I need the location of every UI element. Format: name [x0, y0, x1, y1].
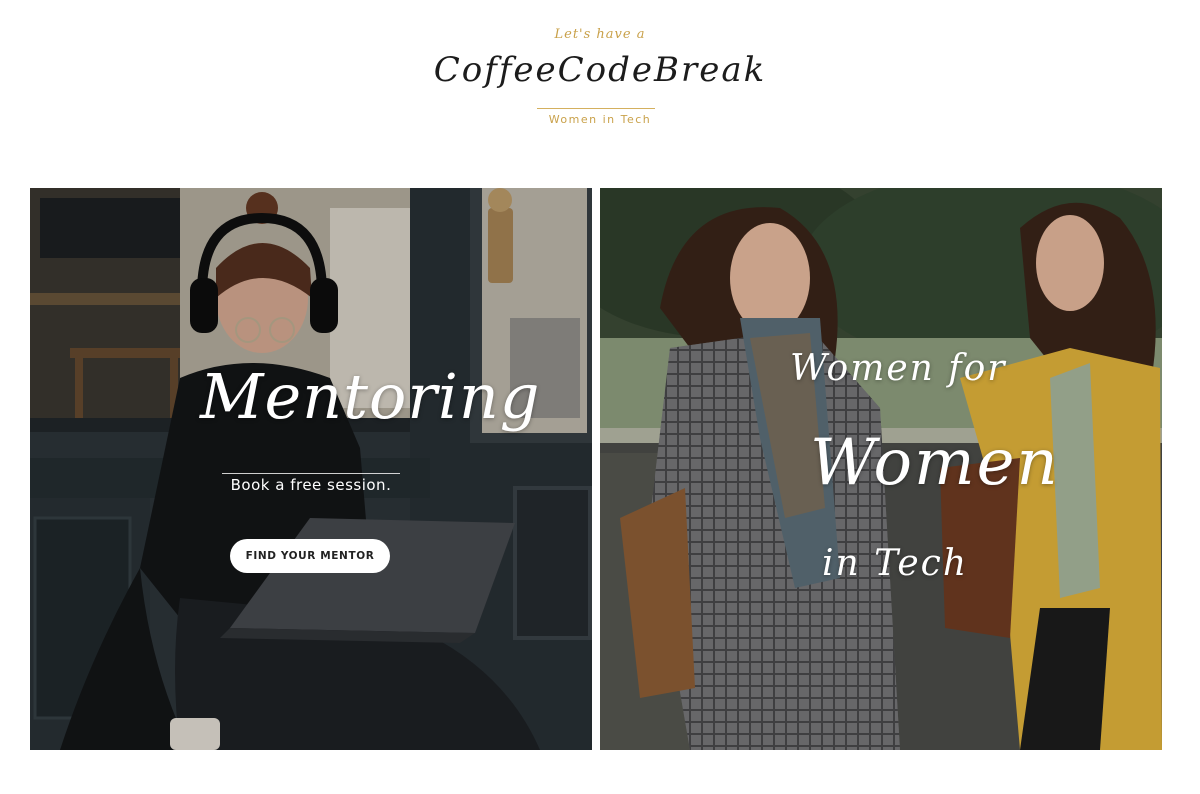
mentoring-divider [222, 473, 400, 474]
tagline-top: Let's have a [554, 27, 646, 42]
mentoring-panel[interactable]: Mentoring Book a free session. FIND YOUR… [30, 188, 592, 750]
mentoring-title: Mentoring [200, 360, 541, 433]
community-panel[interactable]: Women for Women in Tech [600, 188, 1162, 750]
brand-logo[interactable]: CoffeeCodeBreak [0, 50, 1200, 90]
find-mentor-button[interactable]: FIND YOUR MENTOR [230, 539, 390, 573]
mentoring-subtitle: Book a free session. [30, 476, 592, 494]
tagline-bottom: Women in Tech [548, 113, 652, 126]
community-title-line1: Women for [790, 348, 1007, 389]
brand-divider [537, 108, 655, 109]
mentoring-subtitle-text: Book a free session. [230, 476, 392, 494]
community-title-line3: in Tech [822, 543, 969, 584]
community-title-line2: Women [810, 426, 1060, 500]
mentoring-photo [30, 188, 592, 750]
site-header: Let's have a CoffeeCodeBreak Women in Te… [0, 0, 1200, 150]
